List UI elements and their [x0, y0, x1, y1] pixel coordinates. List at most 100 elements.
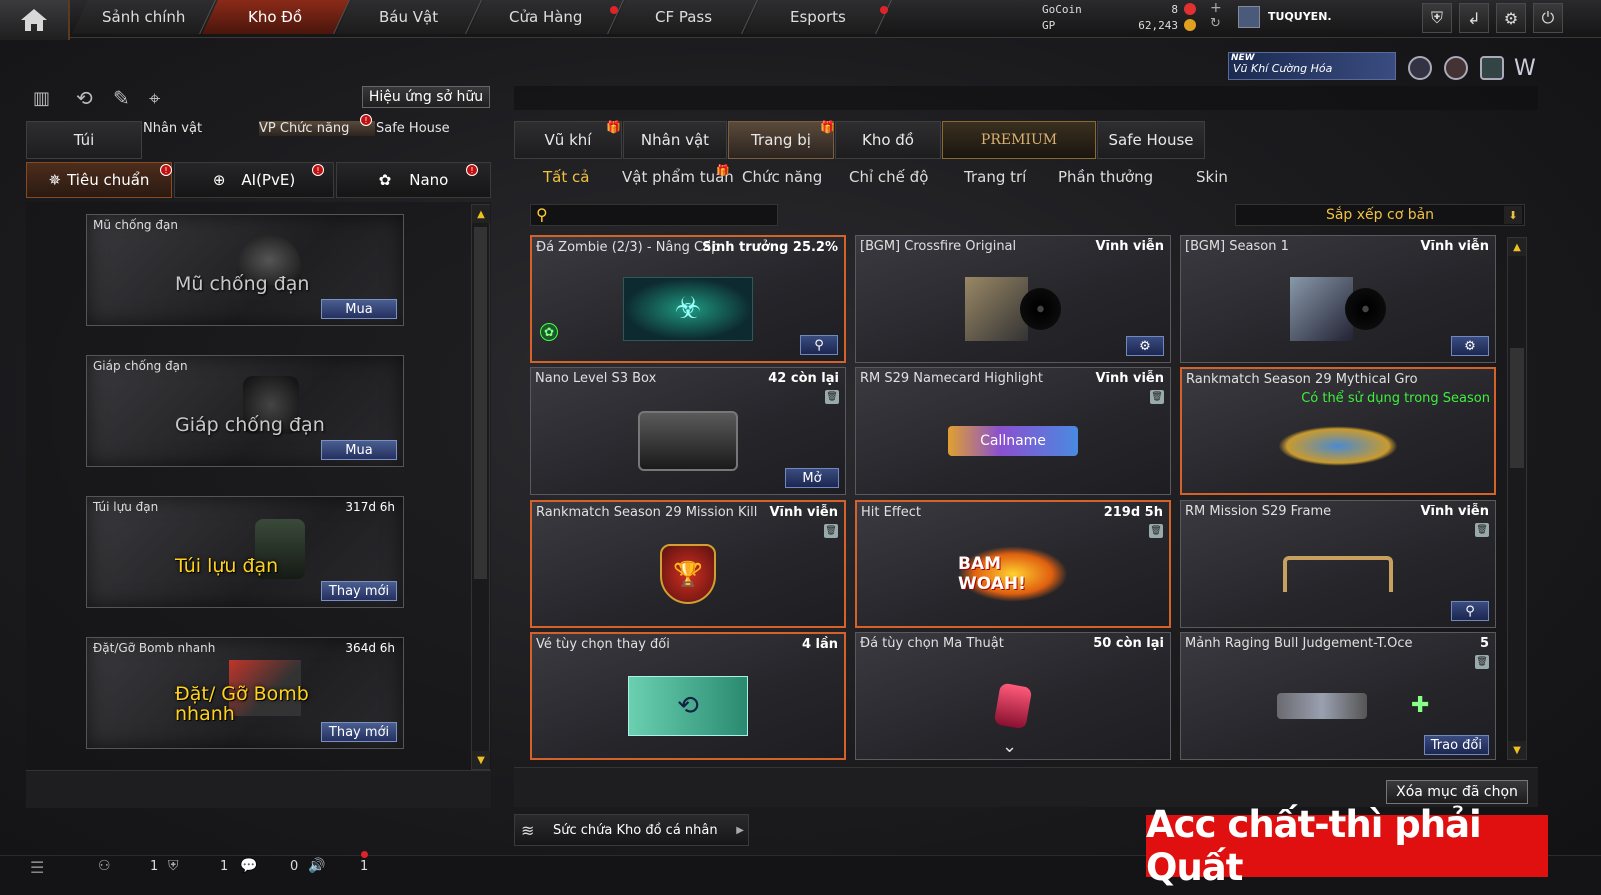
tab-safe-house-right[interactable]: Safe House — [1097, 121, 1205, 159]
list-icon[interactable]: ☰ — [30, 858, 44, 877]
item-card-helmet[interactable]: Mũ chống đạn Mũ chống đạn Mua — [86, 214, 404, 326]
item-card[interactable]: Hit Effect 219d 5h 🗑 BAM WOAH! — [855, 500, 1171, 628]
chevron-down-icon[interactable]: ⌄ — [1002, 736, 1017, 757]
item-card[interactable]: Vé tùy chọn thay đổi 4 lần ⟲ — [530, 632, 846, 760]
item-card[interactable]: [BGM] Season 1 Vĩnh viễn ⚙ — [1180, 235, 1496, 363]
nav-label: Kho Đồ — [248, 8, 303, 26]
nav-cf-pass[interactable]: CF Pass — [610, 0, 758, 34]
item-card-armor[interactable]: Giáp chống đạn Giáp chống đạn Mua — [86, 355, 404, 467]
renew-button[interactable]: Thay mới — [321, 581, 397, 601]
clan-shield-icon[interactable]: ⛨ — [168, 858, 179, 874]
tab-tui[interactable]: Túi — [26, 121, 142, 159]
tab-premium[interactable]: PREMIUM — [942, 121, 1096, 159]
gear-icon[interactable]: ⚙ — [1496, 3, 1526, 33]
tab-trang-bi[interactable]: Trang bị — [728, 121, 834, 159]
filter-rewards[interactable]: Phần thưởng — [1058, 168, 1153, 186]
chat-icon[interactable]: 💬 — [240, 858, 257, 874]
renew-button[interactable]: Thay mới — [321, 722, 397, 742]
scroll-thumb[interactable] — [474, 227, 487, 579]
scroll-up-icon[interactable]: ▲ — [1508, 238, 1526, 256]
item-card[interactable]: RM Mission S29 Frame Vĩnh viễn 🗑 ⚲ — [1180, 500, 1496, 628]
shield-icon[interactable]: ⛨ — [1422, 3, 1452, 33]
filter-function[interactable]: Chức năng — [742, 168, 822, 186]
event-icon-1[interactable] — [1408, 56, 1432, 80]
item-card[interactable]: Rankmatch Season 29 Mission Kill Vĩnh vi… — [530, 500, 846, 628]
wrench-icon[interactable]: ✎ — [113, 86, 130, 110]
search-box[interactable]: ⚲ — [530, 204, 778, 226]
delete-selected-button[interactable]: Xóa mục đã chọn — [1386, 780, 1528, 804]
scroll-thumb[interactable] — [1510, 348, 1524, 468]
trash-icon[interactable]: 🗑 — [1150, 390, 1164, 404]
sort-dropdown[interactable]: Sắp xếp cơ bản ⬇ — [1235, 204, 1525, 226]
power-icon[interactable]: ⏻ — [1533, 3, 1563, 33]
tab-safe-house[interactable]: Safe House — [376, 121, 491, 136]
tab-vp-chuc-nang[interactable]: VP Chức năng — [259, 121, 375, 136]
event-icon-3[interactable] — [1480, 56, 1504, 80]
item-card[interactable]: [BGM] Crossfire Original Vĩnh viễn ⚙ — [855, 235, 1171, 363]
trash-icon[interactable]: 🗑 — [1475, 655, 1489, 669]
v-logo-icon[interactable]: W — [1514, 56, 1536, 81]
nav-cua-hang[interactable]: Cửa Hàng — [468, 0, 624, 34]
gear-icon[interactable]: ⚙ — [1451, 336, 1489, 356]
item-card[interactable]: Đá tùy chọn Ma Thuật 50 còn lại ⌄ — [855, 632, 1171, 760]
event-icon-2[interactable] — [1444, 56, 1468, 80]
item-name: [BGM] Crossfire Original — [860, 239, 1017, 254]
item-card-grenade-pouch[interactable]: Túi lựu đạn 317d 6h Túi lựu đạn Thay mới — [86, 496, 404, 608]
nav-bau-vat[interactable]: Báu Vật — [336, 0, 482, 34]
home-button[interactable] — [0, 0, 70, 40]
item-card[interactable]: RM S29 Namecard Highlight Vĩnh viễn 🗑 Ca… — [855, 367, 1171, 495]
item-name: RM S29 Namecard Highlight — [860, 371, 1043, 386]
trash-icon[interactable]: 🗑 — [824, 524, 838, 538]
right-scrollbar[interactable]: ▲ ▼ — [1507, 237, 1527, 760]
owned-effects-button[interactable]: Hiệu ứng sở hữu — [362, 86, 490, 108]
filter-decoration[interactable]: Trang trí — [964, 168, 1026, 186]
scroll-down-icon[interactable]: ▼ — [472, 751, 490, 769]
nav-kho-do[interactable]: Kho Đồ — [202, 0, 350, 34]
item-card[interactable]: Mảnh Raging Bull Judgement-T.Oce 5 🗑 ✚ T… — [1180, 632, 1496, 760]
item-card[interactable]: Đá Zombie (2/3) - Nâng Cấp Sinh trưởng 2… — [530, 235, 846, 363]
trade-button[interactable]: Trao đổi — [1423, 735, 1489, 755]
friends-icon[interactable]: ⚇ — [98, 858, 111, 874]
buy-button[interactable]: Mua — [321, 299, 397, 319]
item-status: Vĩnh viễn — [1095, 239, 1164, 254]
tab-nhan-vat[interactable]: Nhân vật — [143, 121, 259, 136]
gear-icon[interactable]: ⚙ — [1126, 336, 1164, 356]
filter-mode-only[interactable]: Chỉ chế độ — [849, 168, 928, 186]
open-button[interactable]: Mở — [785, 468, 839, 488]
nav-esports[interactable]: Esports — [744, 0, 892, 34]
buy-button[interactable]: Mua — [321, 440, 397, 460]
item-status: Vĩnh viễn — [1095, 371, 1164, 386]
tab-kho-do-right[interactable]: Kho đồ — [835, 121, 941, 159]
mouse-icon[interactable]: ⌖ — [149, 86, 160, 110]
speaker-icon[interactable]: 🔊 — [308, 858, 325, 874]
weapon-promo-banner[interactable]: NEW Vũ Khí Cường Hóa — [1228, 52, 1396, 80]
search-input[interactable] — [555, 206, 775, 224]
trash-icon[interactable]: 🗑 — [1475, 523, 1489, 537]
puzzle-piece-icon: ✚ — [1411, 693, 1430, 718]
magnifier-icon[interactable]: ⚲ — [1451, 601, 1489, 621]
magnifier-icon[interactable]: ⚲ — [800, 335, 838, 355]
exit-room-icon[interactable]: ↲ — [1459, 3, 1489, 33]
history-icon[interactable]: ⟲ — [76, 86, 93, 110]
capacity-label: Sức chứa Kho đồ cá nhân — [553, 822, 718, 838]
stats-icon[interactable]: ▥ — [33, 88, 50, 109]
subtab-tieu-chuan[interactable]: ✵ Tiêu chuẩn — [26, 162, 172, 198]
filter-skin[interactable]: Skin — [1196, 168, 1228, 186]
tab-nhan-vat-right[interactable]: Nhân vật — [623, 121, 727, 159]
item-status: 42 còn lại — [768, 371, 839, 386]
nav-sanh-chinh[interactable]: Sảnh chính — [72, 0, 216, 34]
add-coin-icon[interactable]: + — [1210, 0, 1222, 16]
item-card[interactable]: Rankmatch Season 29 Mythical Gro Có thể … — [1180, 367, 1496, 495]
trash-icon[interactable]: 🗑 — [1149, 524, 1163, 538]
scroll-down-icon[interactable]: ▼ — [1508, 741, 1526, 759]
item-card-quick-bomb[interactable]: Đặt/Gỡ Bomb nhanh 364d 6h Đặt/ Gỡ Bomb n… — [86, 637, 404, 749]
capacity-button[interactable]: ≋ Sức chứa Kho đồ cá nhân ▶ — [514, 814, 749, 846]
item-card[interactable]: Nano Level S3 Box 42 còn lại 🗑 Mở — [530, 367, 846, 495]
scroll-up-icon[interactable]: ▲ — [472, 205, 490, 223]
subtab-ai-pve[interactable]: ⊕ AI(PvE) — [174, 162, 334, 198]
refresh-icon[interactable]: ↻ — [1210, 16, 1221, 31]
left-scrollbar[interactable]: ▲ ▼ — [471, 204, 490, 770]
friends-count: 1 — [150, 859, 159, 874]
trash-icon[interactable]: 🗑 — [825, 390, 839, 404]
filter-all[interactable]: Tất cả — [543, 168, 589, 186]
